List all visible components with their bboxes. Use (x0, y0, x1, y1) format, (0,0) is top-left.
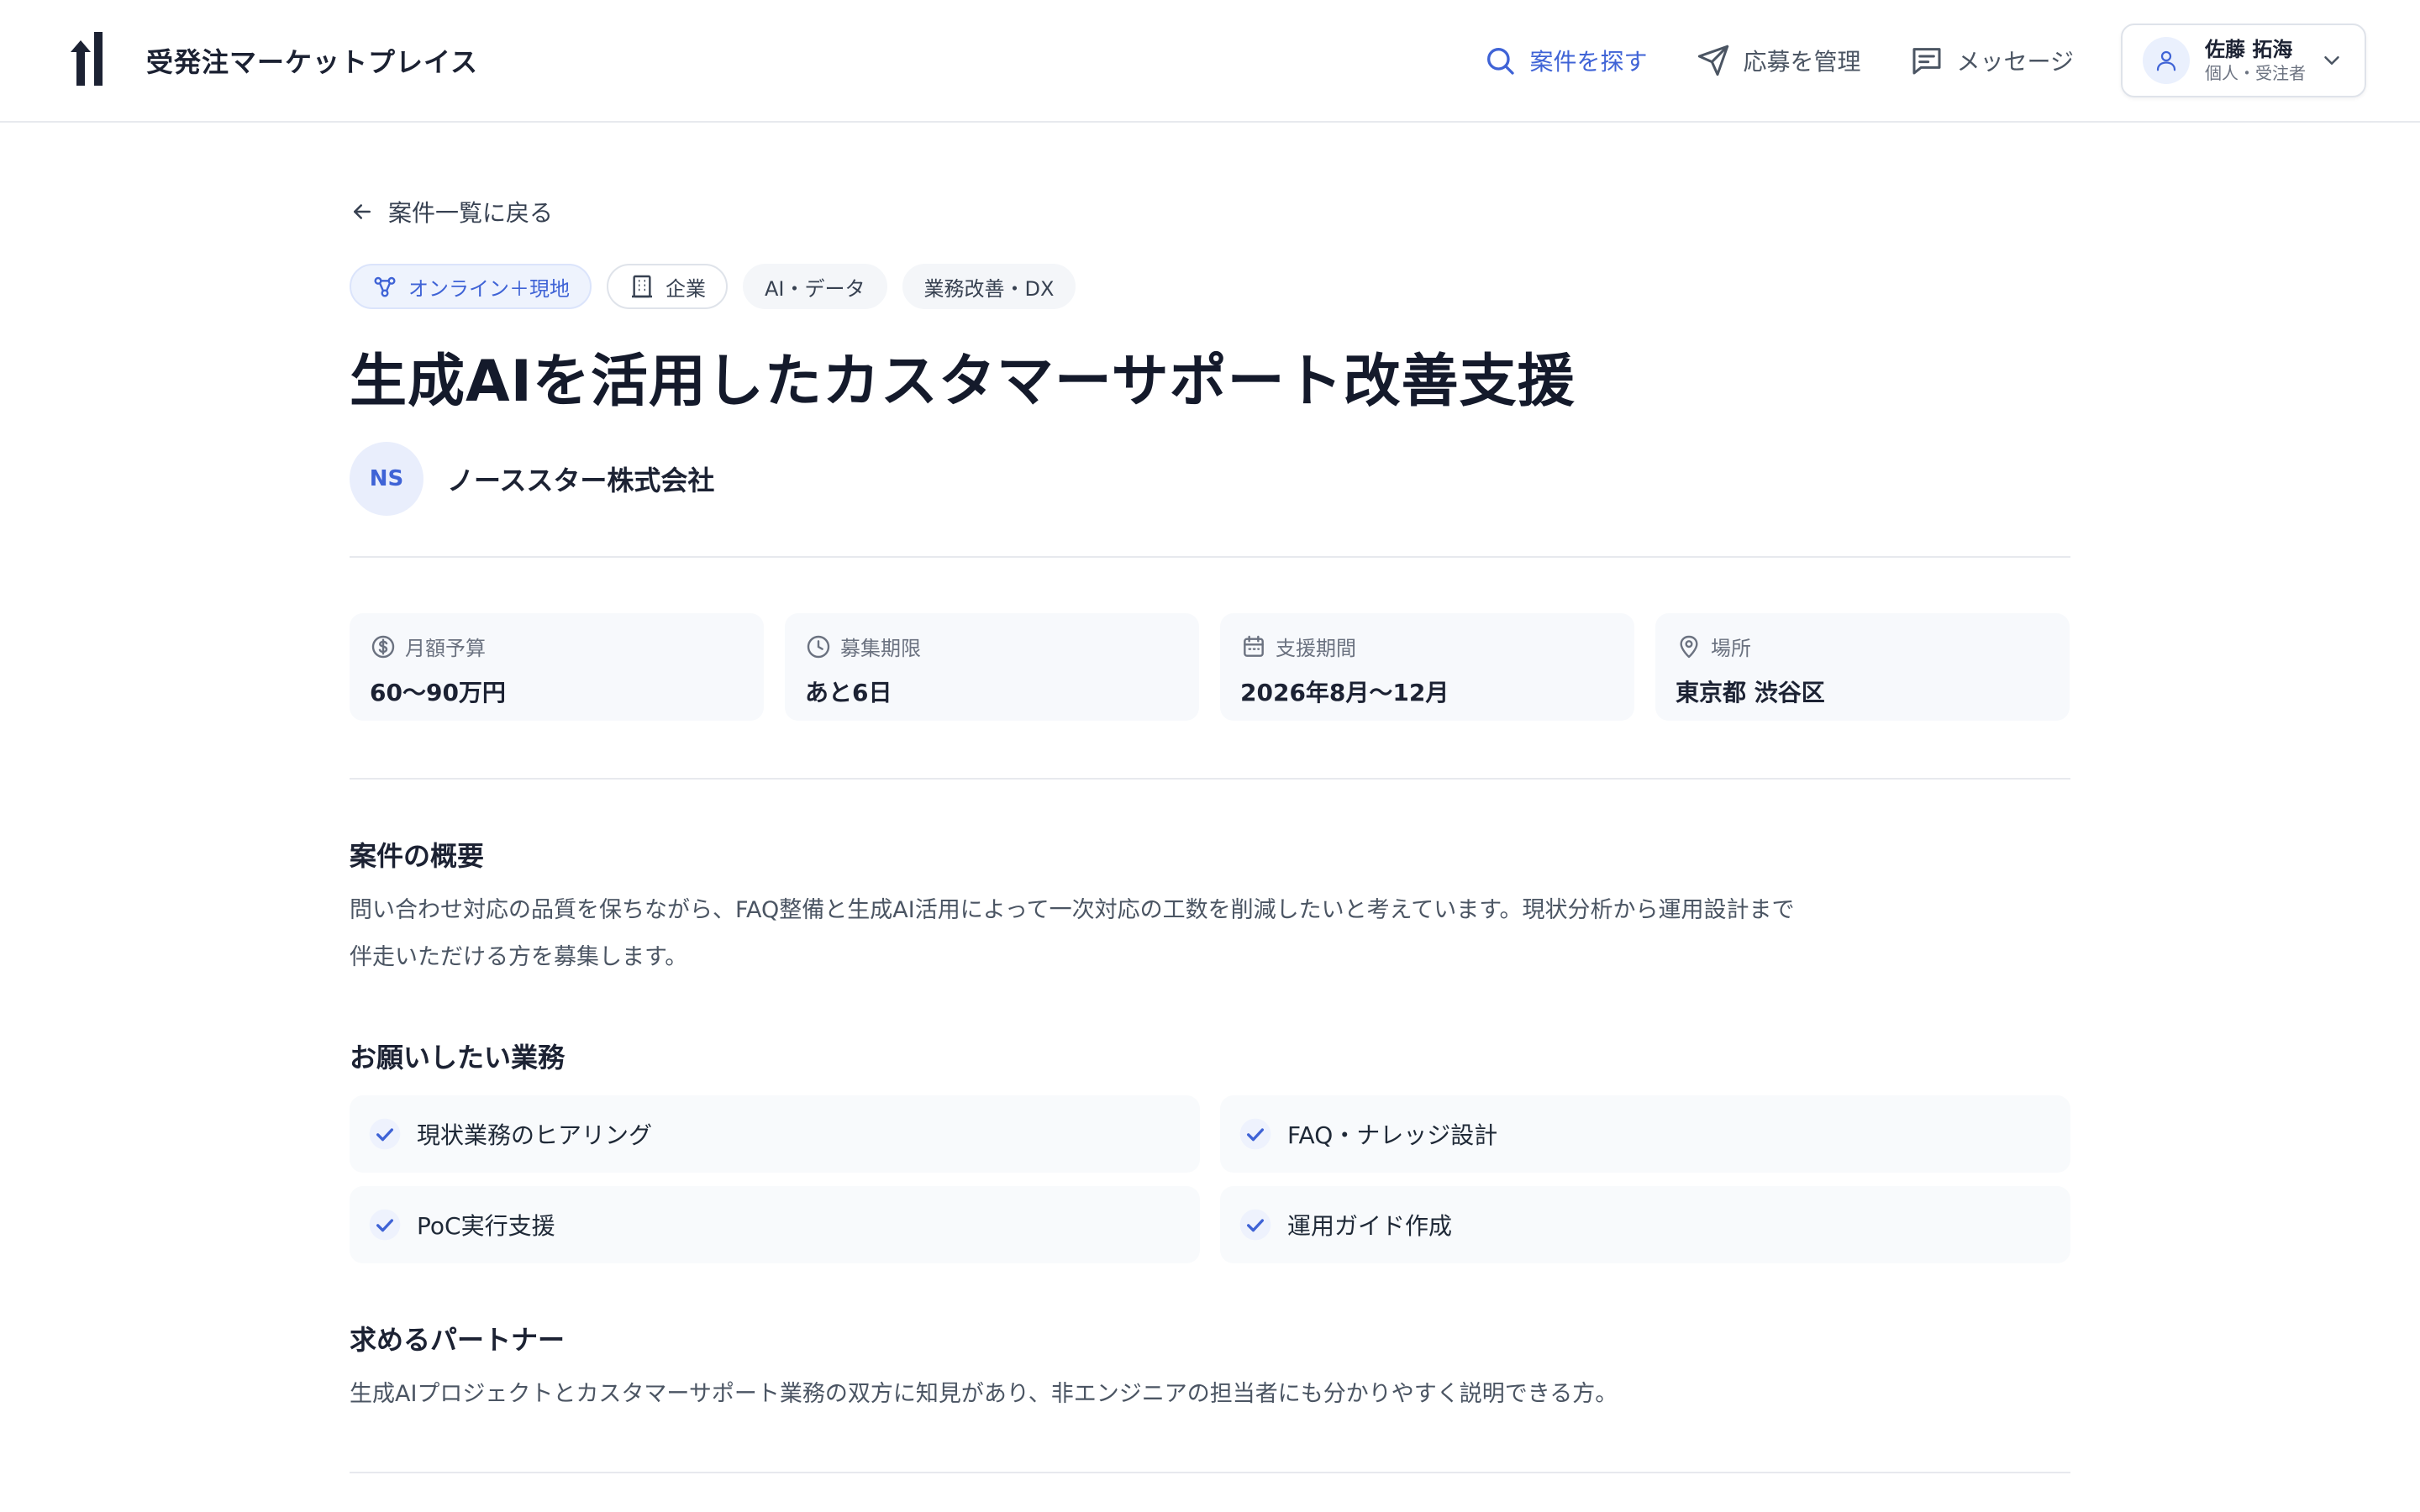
task-label: 運用ガイド作成 (1287, 1212, 1453, 1240)
user-icon (2156, 50, 2176, 71)
task-item: 運用ガイド作成 (1220, 1186, 2070, 1263)
main-nav: 案件を探す 応募を管理 メッセージ 佐藤 拓海 個人・受注者 (1434, 24, 2366, 97)
tag-client-type: 企業 (607, 264, 728, 309)
divider (350, 1472, 2070, 1473)
brand-name: 受発注マーケットプレイス (146, 46, 479, 78)
company-name: ノーススター株式会社 (447, 465, 715, 496)
brand[interactable]: 受発注マーケットプレイス (67, 30, 478, 91)
task-label: 現状業務のヒアリング (417, 1121, 653, 1149)
overview-line-2: 伴走いただける方を募集します。 (350, 944, 688, 970)
overview-line-1: 問い合わせ対応の品質を保ちながら、FAQ整備と生成AI活用によって一次対応の工数… (350, 897, 1795, 923)
meta-label: 月額予算 (405, 637, 486, 660)
back-label: 案件一覧に戻る (388, 199, 554, 227)
meta-value: あと6日 (805, 679, 892, 706)
check-icon (369, 1118, 401, 1150)
user-menu[interactable]: 佐藤 拓海 個人・受注者 (2121, 24, 2366, 97)
back-to-list-link[interactable]: 案件一覧に戻る (350, 195, 553, 228)
chevron-down-icon (2324, 56, 2339, 65)
company-avatar: NS (350, 442, 424, 516)
project-title: 生成AIを活用したカスタマーサポート改善支援 (350, 349, 1576, 415)
meta-deadline: 募集期限 あと6日 (785, 613, 1199, 721)
tag-work-style: オンライン＋現地 (350, 264, 592, 309)
check-icon (1239, 1118, 1271, 1150)
calendar-icon (1244, 635, 1264, 657)
task-label: PoC実行支援 (417, 1212, 555, 1240)
tag-subcategory: 業務改善・DX (902, 264, 1076, 309)
tag-label: 企業 (666, 276, 706, 301)
tag-label: 業務改善・DX (923, 276, 1055, 301)
nav-search-projects[interactable]: 案件を探す (1483, 44, 1648, 77)
nav-applications-label: 応募を管理 (1743, 48, 1861, 76)
nav-manage-applications[interactable]: 応募を管理 (1697, 44, 1861, 77)
meta-budget: 月額予算 60〜90万円 (350, 613, 764, 721)
divider (350, 556, 2070, 558)
nav-messages-label: メッセージ (1956, 48, 2074, 76)
search-icon (1486, 48, 1514, 75)
user-name: 佐藤 拓海 (2205, 37, 2293, 61)
message-icon (1912, 48, 1941, 75)
check-icon (369, 1209, 401, 1241)
arrow-left-icon (354, 204, 371, 219)
currency-icon (371, 635, 395, 658)
meta-value: 東京都 渋谷区 (1676, 679, 1825, 706)
meta-location: 場所 東京都 渋谷区 (1655, 613, 2070, 721)
tag-label: オンライン＋現地 (408, 276, 570, 301)
partner-title: 求めるパートナー (350, 1324, 566, 1356)
meta-period: 支援期間 2026年8月〜12月 (1220, 613, 1634, 721)
nav-search-label: 案件を探す (1529, 48, 1648, 76)
meta-label: 支援期間 (1276, 637, 1356, 660)
nav-messages[interactable]: メッセージ (1910, 44, 2074, 77)
building-icon (632, 275, 652, 298)
meta-label: 場所 (1711, 637, 1751, 660)
tag-category: AI・データ (743, 264, 887, 309)
user-role: 個人・受注者 (2205, 63, 2306, 84)
meta-label: 募集期限 (840, 637, 921, 660)
task-item: FAQ・ナレッジ設計 (1220, 1095, 2070, 1173)
tasks-title: お願いしたい業務 (350, 1042, 566, 1074)
meta-value: 60〜90万円 (370, 679, 506, 706)
user-info: 佐藤 拓海 個人・受注者 (2205, 38, 2306, 84)
meta-value: 2026年8月〜12月 (1240, 679, 1449, 706)
user-avatar (2143, 37, 2190, 84)
overview-title: 案件の概要 (350, 840, 485, 872)
divider (350, 778, 2070, 780)
top-header: 受発注マーケットプレイス 案件を探す 応募を管理 メッセージ 佐藤 拓海 個人・… (0, 0, 2420, 123)
task-item: PoC実行支援 (350, 1186, 1200, 1263)
check-icon (1239, 1209, 1271, 1241)
task-item: 現状業務のヒアリング (350, 1095, 1200, 1173)
company-info[interactable]: NS ノーススター株式会社 (350, 442, 714, 516)
task-label: FAQ・ナレッジ設計 (1287, 1121, 1498, 1149)
map-pin-icon (1680, 635, 1698, 658)
clock-icon (807, 635, 830, 658)
project-tags: オンライン＋現地 企業 AI・データ 業務改善・DX (350, 264, 1091, 309)
tag-label: AI・データ (765, 276, 865, 301)
page: 受発注マーケットプレイス 案件を探す 応募を管理 メッセージ 佐藤 拓海 個人・… (0, 0, 2420, 1512)
partner-text: 生成AIプロジェクトとカスタマーサポート業務の双方に知見があり、非エンジニアの担… (350, 1381, 1618, 1407)
brand-logo-icon (71, 32, 103, 86)
project-meta: 月額予算 60〜90万円 募集期限 あと6日 支援期間 2026年8月〜12月 … (350, 613, 2070, 721)
send-icon (1697, 45, 1728, 76)
network-icon (374, 276, 396, 297)
